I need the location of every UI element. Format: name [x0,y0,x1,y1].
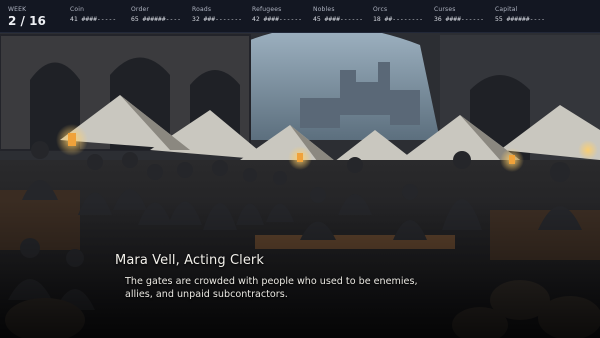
stat-coin: Coin 41 ####----- [70,6,116,24]
stat-nobles: Nobles 45 ####------ [313,6,363,24]
stat-value: 65 ######---- [131,15,182,23]
game-screen: WEEK 2 / 16 Coin 41 ####----- Order 65 #… [0,0,600,338]
week-counter: WEEK 2 / 16 [8,6,46,28]
stat-label: Orcs [373,6,388,13]
stat-value: 18 ##-------- [373,15,424,23]
stat-label: Refugees [252,6,282,13]
stat-label: Coin [70,6,85,13]
stat-label: Curses [434,6,456,13]
resource-bar: WEEK 2 / 16 Coin 41 ####----- Order 65 #… [0,0,600,33]
stat-capital: Capital 55 ######---- [495,6,545,24]
stat-value: 45 ####------ [313,15,364,23]
stat-label: Order [131,6,150,13]
stat-value: 42 ####------ [252,15,303,23]
stat-label: Roads [192,6,212,13]
stat-curses: Curses 36 ####------ [434,6,484,24]
week-value: 2 / 16 [8,14,46,28]
dialogue-text: The gates are crowded with people who us… [125,275,455,301]
stat-value: 55 ######---- [495,15,546,23]
stat-value: 36 ####------ [434,15,485,23]
stat-label: Capital [495,6,518,13]
dialogue-line: The gates are crowded with people who us… [125,276,418,287]
stat-refugees: Refugees 42 ####------ [252,6,302,24]
stat-order: Order 65 ######---- [131,6,181,24]
dialogue-line: allies, and unpaid subcontractors. [125,289,288,300]
stat-value: 41 ####----- [70,15,117,23]
stat-roads: Roads 32 ###------- [192,6,242,24]
speaker-name: Mara Vell, Acting Clerk [115,253,265,268]
week-label: WEEK [8,6,27,13]
stat-orcs: Orcs 18 ##-------- [373,6,423,24]
stat-label: Nobles [313,6,335,13]
stat-value: 32 ###------- [192,15,243,23]
